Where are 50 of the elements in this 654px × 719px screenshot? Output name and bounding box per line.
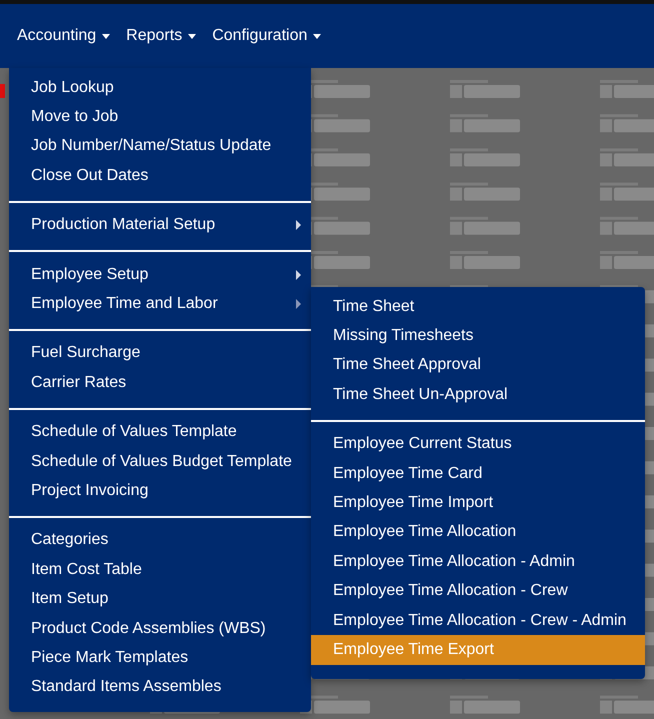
menu-item[interactable]: Employee Time and Labor <box>9 289 311 319</box>
menu-item[interactable]: Employee Time Import <box>311 488 645 518</box>
menu-item[interactable]: Production Material Setup <box>9 210 311 240</box>
nav-menu[interactable]: Reports <box>118 4 204 68</box>
menu-item[interactable]: Time Sheet Approval <box>311 350 645 380</box>
logo-icon <box>450 696 520 714</box>
logo-icon <box>600 696 654 714</box>
menu-item[interactable]: Missing Timesheets <box>311 321 645 351</box>
logo-icon <box>600 148 654 166</box>
logo-icon <box>600 114 654 132</box>
menu-item[interactable]: Employee Time Allocation - Admin <box>311 547 645 577</box>
menu-item[interactable]: Standard Items Assembles <box>9 672 311 702</box>
menu-item[interactable]: Piece Mark Templates <box>9 643 311 673</box>
menu-item[interactable]: Schedule of Values Template <box>9 418 311 447</box>
menu-item[interactable]: Job Lookup <box>9 73 311 102</box>
edge-mark-icon <box>0 84 5 98</box>
logo-icon <box>450 251 520 269</box>
menu-item[interactable]: Employee Time Card <box>311 458 645 488</box>
menu-item[interactable]: Move to Job <box>9 102 311 132</box>
caret-icon <box>313 34 322 38</box>
menu-item[interactable]: Employee Setup <box>9 260 311 290</box>
menu-item[interactable]: Time Sheet Un-Approval <box>311 380 645 410</box>
menu-item[interactable]: Time Sheet <box>311 292 645 322</box>
caret-icon <box>102 34 110 38</box>
menu-item[interactable]: Job Number/Name/Status Update <box>9 132 311 162</box>
nav-menu[interactable]: Configuration <box>204 4 330 68</box>
nav-menu[interactable]: Accounting <box>9 4 118 68</box>
menu-item[interactable]: Product Code Assemblies (WBS) <box>9 614 311 644</box>
menu-item[interactable]: Employee Time Allocation - Crew - Admin <box>311 606 645 636</box>
menu-item[interactable]: Employee Time Allocation - Crew <box>311 576 645 606</box>
logo-icon <box>600 182 654 201</box>
menu-item[interactable]: Close Out Dates <box>9 161 311 191</box>
logo-icon <box>600 80 654 98</box>
logo-icon <box>450 182 520 201</box>
menu-item[interactable]: Item Setup <box>9 584 311 614</box>
logo-icon <box>450 148 520 166</box>
menu-item[interactable]: Categories <box>9 526 311 556</box>
menu-item[interactable]: Employee Current Status <box>311 430 645 459</box>
caret-icon <box>188 34 196 38</box>
menu-item[interactable]: Carrier Rates <box>9 368 311 398</box>
logo-icon <box>450 80 520 98</box>
logo-icon <box>450 114 520 132</box>
logo-icon <box>600 216 654 235</box>
menu-item[interactable]: Item Cost Table <box>9 555 311 584</box>
menu-item[interactable]: Employee Time Allocation <box>311 518 645 548</box>
logo-icon <box>600 251 654 269</box>
menu-item[interactable]: Fuel Surcharge <box>9 338 311 368</box>
logo-icon <box>450 216 520 235</box>
menu-item[interactable]: Project Invoicing <box>9 476 311 506</box>
menu-item[interactable]: Schedule of Values Budget Template <box>9 446 311 476</box>
